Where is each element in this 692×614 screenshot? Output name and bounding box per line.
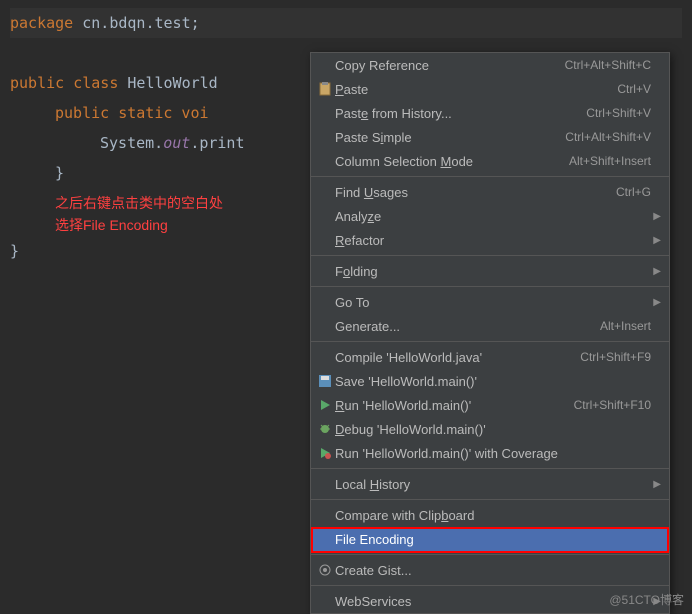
menu-compile[interactable]: Compile 'HelloWorld.java' Ctrl+Shift+F9 — [311, 345, 669, 369]
context-menu: Copy Reference Ctrl+Alt+Shift+C Paste Ct… — [310, 52, 670, 614]
menu-goto[interactable]: Go To ▶ — [311, 290, 669, 314]
menu-label: Copy Reference — [335, 58, 565, 73]
menu-column-selection[interactable]: Column Selection Mode Alt+Shift+Insert — [311, 149, 669, 173]
class-name: HelloWorld — [127, 74, 217, 92]
menu-shortcut: Alt+Insert — [600, 319, 651, 333]
menu-label: Local History — [335, 477, 651, 492]
menu-label: Create Gist... — [335, 563, 651, 578]
submenu-arrow-icon: ▶ — [653, 266, 661, 277]
menu-local-history[interactable]: Local History ▶ — [311, 472, 669, 496]
menu-label: Compare with Clipboard — [335, 508, 651, 523]
menu-separator — [311, 341, 669, 342]
submenu-arrow-icon: ▶ — [653, 235, 661, 246]
submenu-arrow-icon: ▶ — [653, 297, 661, 308]
menu-label: Go To — [335, 295, 651, 310]
package-name: cn.bdqn.test; — [73, 14, 199, 32]
menu-label: Column Selection Mode — [335, 154, 569, 169]
menu-separator — [311, 468, 669, 469]
menu-shortcut: Ctrl+Shift+F9 — [580, 350, 651, 364]
blank-icon — [315, 129, 335, 145]
menu-refactor[interactable]: Refactor ▶ — [311, 228, 669, 252]
menu-find-usages[interactable]: Find Usages Ctrl+G — [311, 180, 669, 204]
menu-paste-simple[interactable]: Paste Simple Ctrl+Alt+Shift+V — [311, 125, 669, 149]
code-system: System. — [100, 134, 163, 152]
menu-label: Generate... — [335, 319, 600, 334]
menu-separator — [311, 286, 669, 287]
menu-debug[interactable]: Debug 'HelloWorld.main()' — [311, 417, 669, 441]
keyword-package: package — [10, 14, 73, 32]
menu-save[interactable]: Save 'HelloWorld.main()' — [311, 369, 669, 393]
menu-label: Paste from History... — [335, 106, 586, 121]
blank-icon — [315, 593, 335, 609]
menu-separator — [311, 176, 669, 177]
blank-icon — [315, 507, 335, 523]
menu-label: Paste Simple — [335, 130, 565, 145]
menu-label: Analyze — [335, 209, 651, 224]
run-icon — [315, 397, 335, 413]
menu-label: Find Usages — [335, 185, 616, 200]
menu-folding[interactable]: Folding ▶ — [311, 259, 669, 283]
menu-shortcut: Ctrl+V — [617, 82, 651, 96]
blank-icon — [315, 153, 335, 169]
brace-close-2: } — [10, 242, 19, 260]
menu-separator — [311, 255, 669, 256]
menu-shortcut: Ctrl+G — [616, 185, 651, 199]
menu-shortcut: Ctrl+Alt+Shift+C — [565, 58, 651, 72]
blank-icon — [315, 232, 335, 248]
blank-icon — [315, 531, 335, 547]
menu-generate[interactable]: Generate... Alt+Insert — [311, 314, 669, 338]
menu-label: Paste — [335, 82, 617, 97]
menu-label: Folding — [335, 264, 651, 279]
blank-icon — [315, 294, 335, 310]
code-print: .print — [190, 134, 244, 152]
blank-icon — [315, 318, 335, 334]
menu-label: Debug 'HelloWorld.main()' — [335, 422, 651, 437]
menu-run-coverage[interactable]: Run 'HelloWorld.main()' with Coverage — [311, 441, 669, 465]
menu-separator — [311, 499, 669, 500]
blank-icon — [315, 105, 335, 121]
menu-shortcut: Ctrl+Shift+F10 — [574, 398, 651, 412]
menu-file-encoding[interactable]: File Encoding — [311, 527, 669, 551]
keyword-public-class: public class — [10, 74, 127, 92]
watermark: @51CTO博客 — [609, 591, 684, 608]
menu-separator — [311, 554, 669, 555]
menu-compare-clipboard[interactable]: Compare with Clipboard — [311, 503, 669, 527]
menu-label: Run 'HelloWorld.main()' with Coverage — [335, 446, 651, 461]
menu-create-gist[interactable]: Create Gist... — [311, 558, 669, 582]
debug-icon — [315, 421, 335, 437]
menu-paste-history[interactable]: Paste from History... Ctrl+Shift+V — [311, 101, 669, 125]
menu-label: WebServices — [335, 594, 651, 609]
menu-label: Save 'HelloWorld.main()' — [335, 374, 651, 389]
menu-shortcut: Alt+Shift+Insert — [569, 154, 651, 168]
menu-shortcut: Ctrl+Shift+V — [586, 106, 651, 120]
menu-shortcut: Ctrl+Alt+Shift+V — [565, 130, 651, 144]
blank-icon — [315, 263, 335, 279]
menu-label: Refactor — [335, 233, 651, 248]
menu-label: Compile 'HelloWorld.java' — [335, 350, 580, 365]
menu-label: File Encoding — [335, 532, 651, 547]
gist-icon — [315, 562, 335, 578]
menu-label: Run 'HelloWorld.main()' — [335, 398, 574, 413]
paste-icon — [315, 81, 335, 97]
submenu-arrow-icon: ▶ — [653, 479, 661, 490]
save-icon — [315, 373, 335, 389]
blank-icon — [315, 476, 335, 492]
menu-paste[interactable]: Paste Ctrl+V — [311, 77, 669, 101]
menu-separator — [311, 585, 669, 586]
blank-icon — [315, 208, 335, 224]
menu-run[interactable]: Run 'HelloWorld.main()' Ctrl+Shift+F10 — [311, 393, 669, 417]
submenu-arrow-icon: ▶ — [653, 211, 661, 222]
blank-icon — [315, 57, 335, 73]
brace-close: } — [55, 164, 64, 182]
blank-icon — [315, 184, 335, 200]
menu-analyze[interactable]: Analyze ▶ — [311, 204, 669, 228]
menu-copy-reference[interactable]: Copy Reference Ctrl+Alt+Shift+C — [311, 53, 669, 77]
blank-icon — [315, 349, 335, 365]
code-out: out — [163, 134, 190, 152]
coverage-icon — [315, 445, 335, 461]
method-signature: public static voi — [55, 104, 209, 122]
